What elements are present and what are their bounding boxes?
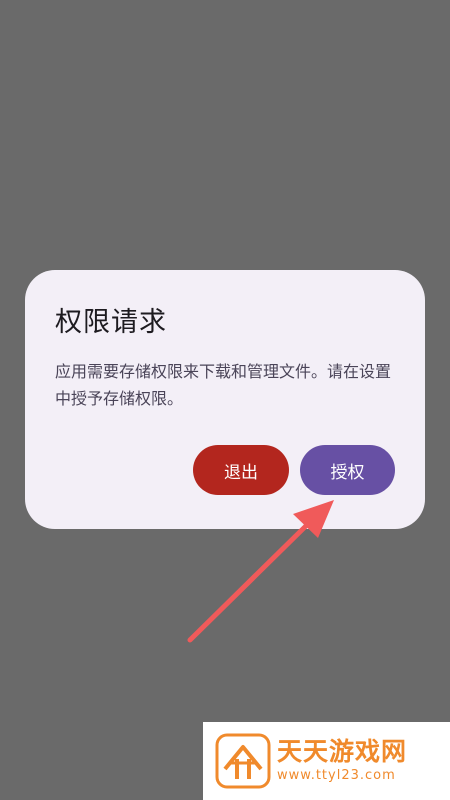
- dialog-title: 权限请求: [55, 307, 167, 338]
- exit-button[interactable]: 退出: [193, 445, 289, 495]
- watermark-text: 天天游戏网 www.ttyl23.com: [277, 737, 407, 785]
- watermark: 天天游戏网 www.ttyl23.com: [203, 722, 450, 800]
- watermark-logo-icon: [215, 733, 271, 789]
- grant-button[interactable]: 授权: [300, 445, 395, 495]
- watermark-url: www.ttyl23.com: [277, 768, 396, 783]
- dialog-message: 应用需要存储权限来下载和管理文件。请在设置中授予存储权限。: [55, 362, 392, 408]
- screen-overlay: 权限请求 应用需要存储权限来下载和管理文件。请在设置中授予存储权限。 退出 授权…: [0, 0, 450, 800]
- permission-dialog: 权限请求 应用需要存储权限来下载和管理文件。请在设置中授予存储权限。 退出 授权: [25, 270, 425, 529]
- watermark-name: 天天游戏网: [277, 737, 408, 766]
